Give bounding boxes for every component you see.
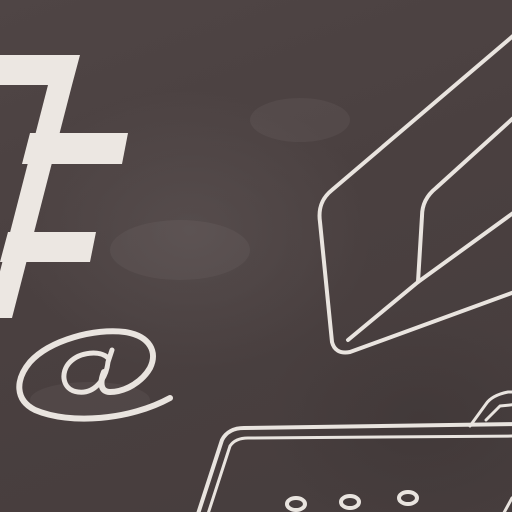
pencil-inner-line — [346, 116, 512, 342]
letter-f-top-bar — [0, 55, 80, 85]
laptop-side-line — [502, 496, 512, 512]
chalkboard-drawing — [0, 34, 512, 512]
laptop-port — [285, 496, 307, 512]
letter-f-lower-bar — [0, 232, 96, 262]
chalkboard-photo — [0, 0, 512, 512]
pencil-icon — [317, 34, 512, 355]
chalk-smudge — [250, 98, 350, 142]
pencil-outer-outline — [317, 34, 512, 355]
laptop-port — [397, 490, 419, 506]
laptop-hinge-inner — [484, 403, 512, 422]
letter-f-middle-bar — [22, 133, 128, 164]
pencil-tip-line — [416, 211, 512, 284]
letter-f-icon — [0, 55, 128, 318]
laptop-icon — [196, 390, 512, 512]
laptop-hinge — [468, 390, 512, 428]
laptop-port — [339, 494, 361, 510]
letter-f-stem — [0, 85, 72, 318]
chalk-smudge — [110, 220, 250, 280]
